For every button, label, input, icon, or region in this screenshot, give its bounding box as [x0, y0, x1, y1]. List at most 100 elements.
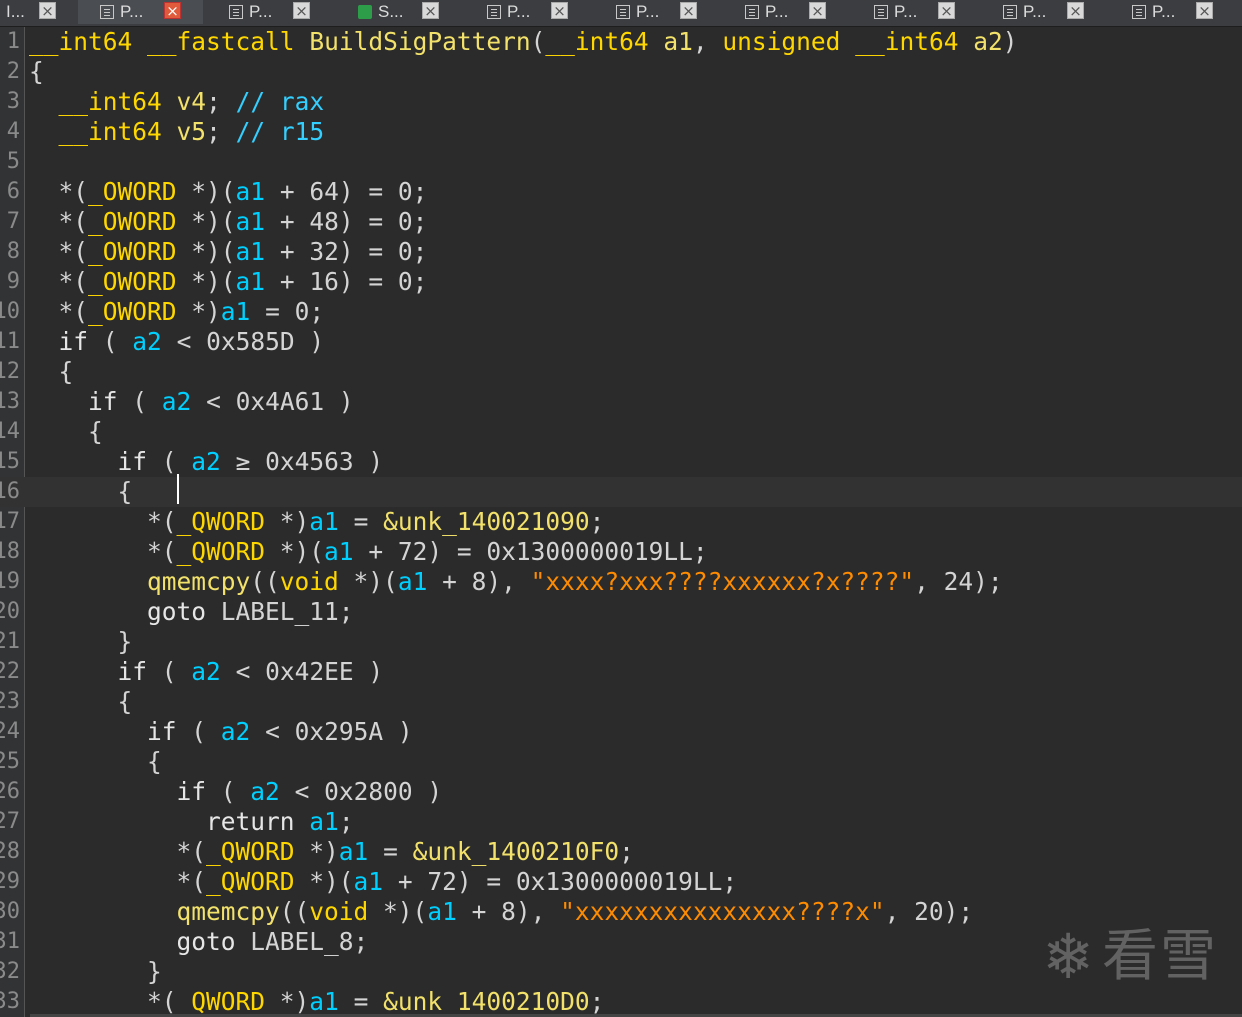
variable[interactable]: a1: [398, 567, 428, 596]
type-name[interactable]: __int64: [545, 27, 648, 56]
code-line[interactable]: 25 {: [0, 747, 1242, 777]
tab-6[interactable]: P... ×: [594, 0, 719, 24]
code-line[interactable]: 17 *(_QWORD *)a1 = &unk_140021090;: [0, 507, 1242, 537]
variable[interactable]: a1: [309, 807, 339, 836]
identifier[interactable]: &unk_1400210D0: [383, 987, 590, 1016]
code-line[interactable]: 16 {: [0, 477, 1242, 507]
keyword[interactable]: if: [59, 327, 89, 356]
tab-8[interactable]: P... ×: [852, 0, 977, 24]
variable[interactable]: a2: [132, 327, 162, 356]
tab-4[interactable]: S... ×: [336, 0, 461, 24]
tab-10[interactable]: P... ×: [1110, 0, 1235, 24]
tab-9[interactable]: P... ×: [981, 0, 1106, 24]
identifier[interactable]: qmemcpy: [29, 897, 280, 926]
identifier[interactable]: a2: [973, 27, 1003, 56]
variable[interactable]: a2: [250, 777, 280, 806]
variable[interactable]: a1: [236, 207, 266, 236]
code-line[interactable]: 7 *(_OWORD *)(a1 + 48) = 0;: [0, 207, 1242, 237]
identifier[interactable]: &unk_140021090: [383, 507, 590, 536]
type-name[interactable]: __fastcall: [147, 27, 295, 56]
code-line[interactable]: 8 *(_OWORD *)(a1 + 32) = 0;: [0, 237, 1242, 267]
code-line[interactable]: 9 *(_OWORD *)(a1 + 16) = 0;: [0, 267, 1242, 297]
type-name[interactable]: unsigned: [722, 27, 840, 56]
identifier[interactable]: &unk_1400210F0: [413, 837, 620, 866]
close-icon[interactable]: ×: [422, 2, 439, 20]
type-name[interactable]: __int64: [855, 27, 958, 56]
keyword[interactable]: if: [118, 657, 148, 686]
type-name[interactable]: _OWORD: [88, 267, 177, 296]
keyword[interactable]: return: [206, 807, 295, 836]
string-literal[interactable]: "xxxx?xxx????xxxxxx?x????": [531, 567, 915, 596]
variable[interactable]: a1: [339, 837, 369, 866]
close-icon[interactable]: ×: [164, 2, 181, 20]
variable[interactable]: a2: [162, 387, 192, 416]
variable[interactable]: a1: [354, 867, 384, 896]
variable[interactable]: a1: [309, 507, 339, 536]
identifier[interactable]: a1: [663, 27, 693, 56]
code-line[interactable]: 12 {: [0, 357, 1242, 387]
type-name[interactable]: _QWORD: [206, 867, 295, 896]
comment[interactable]: // r15: [236, 117, 325, 146]
variable[interactable]: a1: [236, 177, 266, 206]
variable[interactable]: a2: [191, 447, 221, 476]
variable[interactable]: a1: [309, 987, 339, 1016]
keyword[interactable]: goto: [177, 927, 236, 956]
code-line[interactable]: 6 *(_OWORD *)(a1 + 64) = 0;: [0, 177, 1242, 207]
code-line[interactable]: 4 __int64 v5; // r15: [0, 117, 1242, 147]
type-name[interactable]: void: [309, 897, 368, 926]
code-line[interactable]: 28 *(_QWORD *)a1 = &unk_1400210F0;: [0, 837, 1242, 867]
close-icon[interactable]: ×: [39, 2, 56, 20]
tab-7[interactable]: P... ×: [723, 0, 848, 24]
type-name[interactable]: _QWORD: [177, 987, 266, 1016]
variable[interactable]: a1: [324, 537, 354, 566]
keyword[interactable]: if: [147, 717, 177, 746]
keyword[interactable]: goto: [147, 597, 206, 626]
type-name[interactable]: __int64: [29, 27, 132, 56]
comment[interactable]: // rax: [236, 87, 325, 116]
tab-2[interactable]: P... ×: [78, 0, 203, 24]
code-line[interactable]: 23 {: [0, 687, 1242, 717]
code-line[interactable]: 3 __int64 v4; // rax: [0, 87, 1242, 117]
code-line[interactable]: 26 if ( a2 < 0x2800 ): [0, 777, 1242, 807]
keyword[interactable]: if: [177, 777, 207, 806]
variable[interactable]: a2: [191, 657, 221, 686]
close-icon[interactable]: ×: [551, 2, 568, 20]
type-name[interactable]: _QWORD: [177, 507, 266, 536]
tab-1[interactable]: I... ×: [0, 0, 74, 24]
tab-3[interactable]: P... ×: [207, 0, 332, 24]
type-name[interactable]: _OWORD: [88, 177, 177, 206]
keyword[interactable]: if: [88, 387, 118, 416]
code-line[interactable]: 2{: [0, 57, 1242, 87]
identifier[interactable]: v4: [177, 87, 207, 116]
code-line[interactable]: 11 if ( a2 < 0x585D ): [0, 327, 1242, 357]
variable[interactable]: a1: [236, 267, 266, 296]
type-name[interactable]: _OWORD: [88, 297, 177, 326]
type-name[interactable]: void: [280, 567, 339, 596]
keyword[interactable]: if: [118, 447, 148, 476]
close-icon[interactable]: ×: [293, 2, 310, 20]
close-icon[interactable]: ×: [1067, 2, 1084, 20]
identifier[interactable]: qmemcpy: [29, 567, 250, 596]
code-line[interactable]: 20 goto LABEL_11;: [0, 597, 1242, 627]
identifier[interactable]: BuildSigPattern: [309, 27, 530, 56]
type-name[interactable]: _QWORD: [177, 537, 266, 566]
type-name[interactable]: __int64: [59, 117, 162, 146]
close-icon[interactable]: ×: [680, 2, 697, 20]
code-line[interactable]: 1 __int64 __fastcall BuildSigPattern(__in…: [0, 27, 1242, 57]
variable[interactable]: a2: [221, 717, 251, 746]
code-line[interactable]: 22 if ( a2 < 0x42EE ): [0, 657, 1242, 687]
code-line[interactable]: 10 *(_OWORD *)a1 = 0;: [0, 297, 1242, 327]
code-line[interactable]: 15 if ( a2 ≥ 0x4563 ): [0, 447, 1242, 477]
code-line[interactable]: 29 *(_QWORD *)(a1 + 72) = 0x1300000019LL…: [0, 867, 1242, 897]
code-line[interactable]: 14 {: [0, 417, 1242, 447]
type-name[interactable]: _OWORD: [88, 207, 177, 236]
code-line[interactable]: 19 qmemcpy((void *)(a1 + 8), "xxxx?xxx??…: [0, 567, 1242, 597]
type-name[interactable]: _QWORD: [206, 837, 295, 866]
close-icon[interactable]: ×: [809, 2, 826, 20]
code-line[interactable]: 18 *(_QWORD *)(a1 + 72) = 0x1300000019LL…: [0, 537, 1242, 567]
close-icon[interactable]: ×: [1196, 2, 1213, 20]
code-line[interactable]: 5: [0, 147, 1242, 177]
pseudocode-view[interactable]: 1 __int64 __fastcall BuildSigPattern(__in…: [0, 27, 1242, 1017]
code-line[interactable]: 24 if ( a2 < 0x295A ): [0, 717, 1242, 747]
string-literal[interactable]: "xxxxxxxxxxxxxxx????x": [560, 897, 885, 926]
